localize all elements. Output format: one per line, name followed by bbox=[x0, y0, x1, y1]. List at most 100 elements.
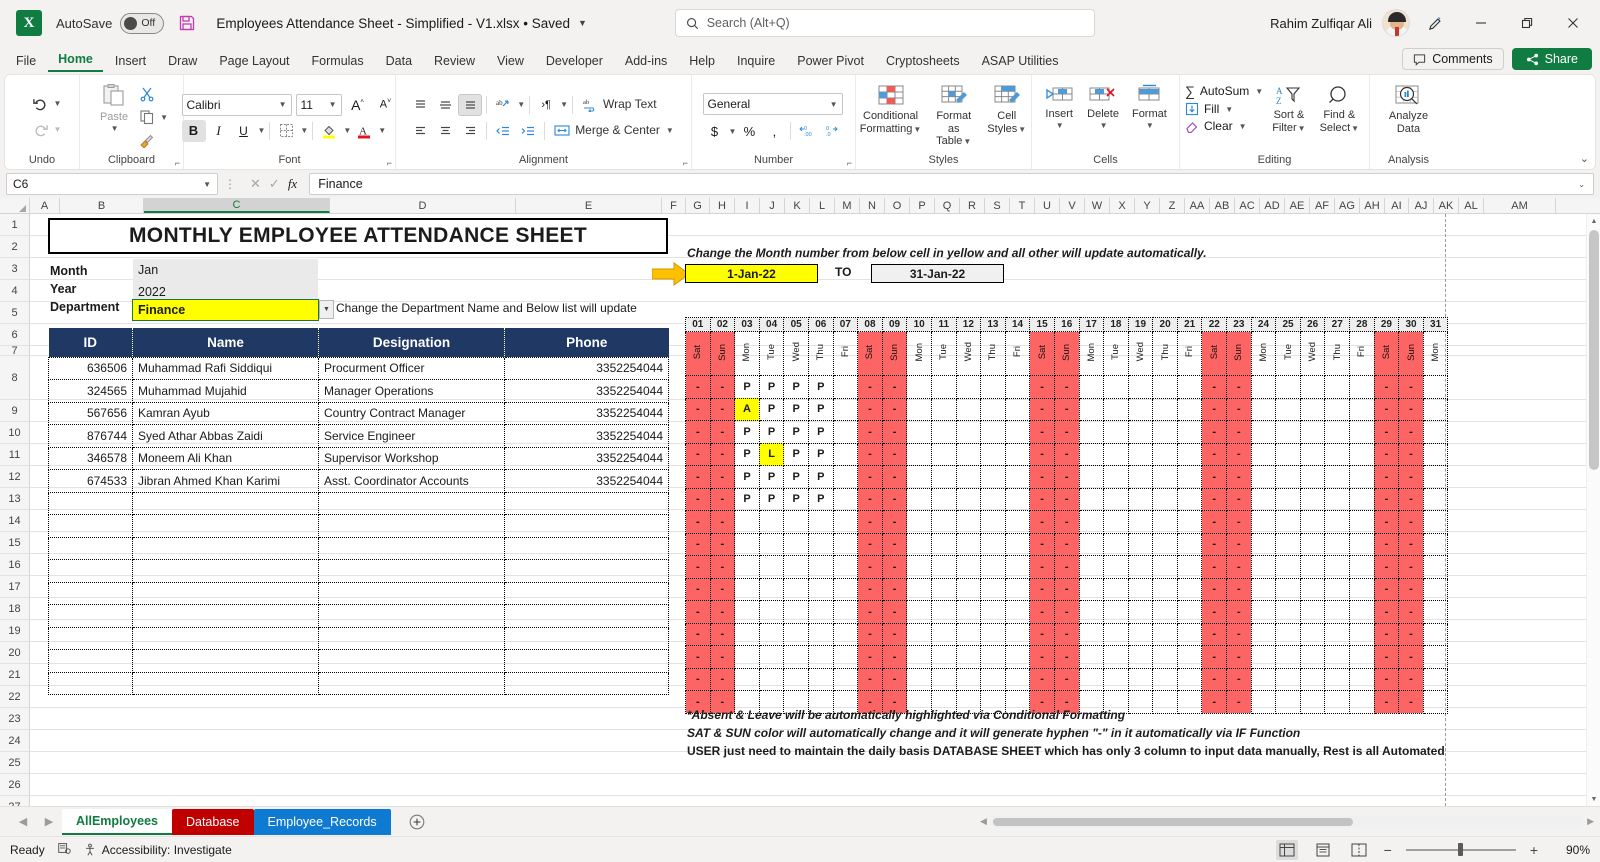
attendance-cell[interactable] bbox=[1004, 577, 1031, 601]
zoom-level[interactable]: 90% bbox=[1552, 843, 1590, 857]
attendance-cell[interactable]: - bbox=[1053, 375, 1080, 399]
attendance-cell[interactable] bbox=[832, 510, 859, 534]
attendance-cell[interactable] bbox=[807, 510, 834, 534]
attendance-cell[interactable] bbox=[1103, 487, 1129, 511]
delete-dropdown-icon[interactable]: ▼ bbox=[1100, 121, 1108, 130]
redo-dropdown-icon[interactable]: ▼ bbox=[54, 125, 62, 134]
attendance-cell[interactable]: - bbox=[1053, 397, 1080, 421]
attendance-cell[interactable]: - bbox=[857, 375, 883, 399]
attendance-cell[interactable]: - bbox=[1053, 645, 1080, 669]
attendance-cell[interactable] bbox=[1275, 667, 1301, 691]
attendance-cell[interactable] bbox=[1349, 645, 1375, 669]
attendance-cell[interactable] bbox=[1250, 487, 1277, 511]
attendance-cell[interactable]: P bbox=[783, 465, 809, 489]
attendance-cell[interactable] bbox=[1176, 645, 1203, 669]
attendance-cell[interactable]: - bbox=[1226, 510, 1252, 534]
attendance-cell[interactable] bbox=[930, 667, 957, 691]
attendance-cell[interactable] bbox=[1127, 600, 1154, 624]
attendance-cell[interactable] bbox=[832, 600, 859, 624]
attendance-cell[interactable] bbox=[1176, 532, 1203, 556]
sheet-tab-database[interactable]: Database bbox=[171, 808, 254, 835]
attendance-cell[interactable] bbox=[1324, 555, 1351, 579]
attendance-cell[interactable] bbox=[930, 555, 957, 579]
attendance-cell[interactable] bbox=[980, 487, 1006, 511]
attendance-cell[interactable] bbox=[1422, 667, 1449, 691]
conditional-formatting-button[interactable]: Conditional Formatting▼ bbox=[858, 82, 924, 137]
document-title-caret-icon[interactable]: ▼ bbox=[578, 18, 587, 28]
attendance-cell[interactable]: - bbox=[1398, 375, 1424, 399]
attendance-cell[interactable] bbox=[1078, 667, 1105, 691]
attendance-cell[interactable] bbox=[1299, 690, 1326, 714]
attendance-cell[interactable] bbox=[1004, 510, 1031, 534]
attendance-cell[interactable] bbox=[832, 667, 859, 691]
attendance-cell[interactable]: P bbox=[807, 487, 834, 511]
attendance-cell[interactable] bbox=[1299, 600, 1326, 624]
attendance-cell[interactable] bbox=[1250, 465, 1277, 489]
attendance-cell[interactable] bbox=[980, 622, 1006, 646]
attendance-cell[interactable] bbox=[906, 532, 932, 556]
col-header-J[interactable]: J bbox=[760, 198, 785, 213]
attendance-cell[interactable]: - bbox=[1029, 600, 1055, 624]
department-dropdown-cell[interactable]: Finance bbox=[132, 299, 319, 321]
attendance-cell[interactable] bbox=[1422, 622, 1449, 646]
row-header-20[interactable]: 20 bbox=[0, 642, 29, 664]
attendance-cell[interactable] bbox=[1127, 465, 1154, 489]
row-header-7[interactable]: 7 bbox=[0, 345, 29, 357]
attendance-cell[interactable]: - bbox=[857, 397, 883, 421]
attendance-cell[interactable] bbox=[1349, 622, 1375, 646]
attendance-cell[interactable]: - bbox=[1373, 600, 1400, 624]
attendance-cell[interactable] bbox=[1176, 667, 1203, 691]
attendance-cell[interactable] bbox=[906, 442, 932, 466]
horizontal-scrollbar[interactable] bbox=[990, 815, 1584, 828]
attendance-cell[interactable]: P bbox=[734, 442, 760, 466]
attendance-cell[interactable] bbox=[1422, 420, 1449, 444]
col-header-U[interactable]: U bbox=[1035, 198, 1060, 213]
attendance-cell[interactable]: - bbox=[709, 555, 736, 579]
col-header-M[interactable]: M bbox=[835, 198, 860, 213]
attendance-cell[interactable] bbox=[1349, 465, 1375, 489]
attendance-cell[interactable] bbox=[832, 375, 859, 399]
attendance-cell[interactable] bbox=[1324, 442, 1351, 466]
attendance-cell[interactable] bbox=[1324, 397, 1351, 421]
row-header-19[interactable]: 19 bbox=[0, 620, 29, 642]
attendance-cell[interactable] bbox=[1004, 442, 1031, 466]
attendance-cell[interactable] bbox=[1078, 487, 1105, 511]
fill-color-dropdown-icon[interactable]: ▼ bbox=[343, 126, 351, 135]
attendance-cell[interactable]: P bbox=[758, 375, 785, 399]
attendance-cell[interactable]: P bbox=[758, 420, 785, 444]
attendance-cell[interactable] bbox=[1275, 690, 1301, 714]
col-header-AB[interactable]: AB bbox=[1210, 198, 1235, 213]
attendance-cell[interactable] bbox=[783, 532, 809, 556]
delete-cells-button[interactable]: Delete ▼ bbox=[1082, 82, 1124, 132]
attendance-cell[interactable] bbox=[1250, 375, 1277, 399]
attendance-cell[interactable] bbox=[955, 442, 982, 466]
attendance-cell[interactable] bbox=[1275, 375, 1301, 399]
attendance-cell[interactable] bbox=[1103, 510, 1129, 534]
attendance-cell[interactable]: - bbox=[881, 397, 908, 421]
paste-dropdown-icon[interactable]: ▼ bbox=[111, 124, 119, 133]
row-header-26[interactable]: 26 bbox=[0, 774, 29, 796]
alignment-dialog-launcher[interactable]: ⌐ bbox=[683, 158, 688, 168]
prev-sheet-icon[interactable]: ◀ bbox=[10, 811, 36, 833]
attendance-cell[interactable] bbox=[832, 487, 859, 511]
attendance-cell[interactable]: - bbox=[685, 487, 711, 511]
attendance-cell[interactable]: P bbox=[734, 487, 760, 511]
attendance-cell[interactable]: - bbox=[1029, 622, 1055, 646]
attendance-cell[interactable]: - bbox=[1201, 487, 1228, 511]
attendance-cell[interactable] bbox=[807, 622, 834, 646]
row-header-9[interactable]: 9 bbox=[0, 400, 29, 422]
col-header-AJ[interactable]: AJ bbox=[1409, 198, 1434, 213]
col-header-S[interactable]: S bbox=[985, 198, 1010, 213]
attendance-cell[interactable]: P bbox=[758, 465, 785, 489]
attendance-cell[interactable] bbox=[906, 420, 932, 444]
name-box[interactable]: C6 ▼ bbox=[6, 173, 218, 195]
table-row[interactable] bbox=[48, 492, 669, 515]
row-header-1[interactable]: 1 bbox=[0, 214, 29, 236]
insert-cells-button[interactable]: Insert ▼ bbox=[1039, 82, 1079, 132]
attendance-cell[interactable] bbox=[1152, 420, 1178, 444]
row-header-10[interactable]: 10 bbox=[0, 422, 29, 444]
attendance-cell[interactable] bbox=[930, 645, 957, 669]
tab-add-ins[interactable]: Add-ins bbox=[615, 51, 677, 72]
attendance-cell[interactable]: - bbox=[857, 555, 883, 579]
attendance-cell[interactable]: - bbox=[685, 465, 711, 489]
